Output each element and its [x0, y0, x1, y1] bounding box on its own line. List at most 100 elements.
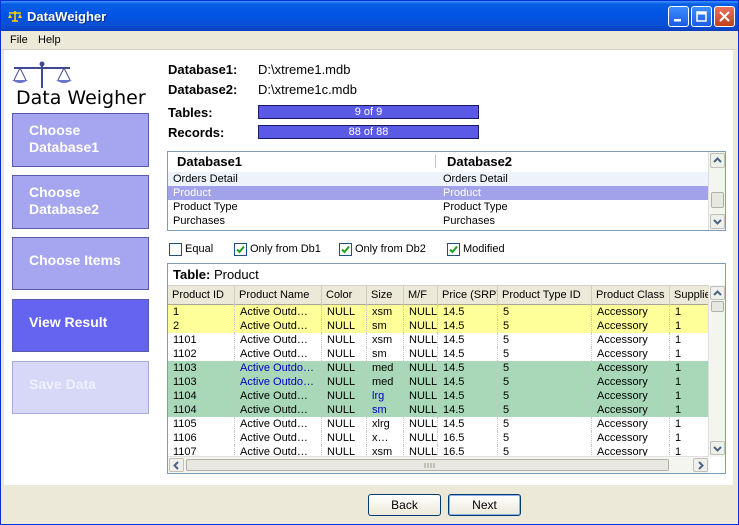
- table-cell: 5: [498, 305, 592, 319]
- table-cell: NULL: [322, 305, 367, 319]
- minimize-button[interactable]: [668, 6, 689, 27]
- table-cell: NULL: [322, 417, 367, 431]
- list-item[interactable]: Product Type Product Type: [168, 200, 709, 214]
- database2-column-header: Database2: [447, 154, 513, 169]
- scroll-thumb[interactable]: [711, 192, 724, 208]
- chevron-right-icon: [698, 461, 704, 470]
- table-cell: 1: [670, 431, 709, 445]
- database2-label: Database2:: [168, 82, 238, 97]
- table-cell: 14.5: [438, 361, 498, 375]
- checkmark-icon: [236, 245, 245, 254]
- database1-path: D:\xtreme1.mdb: [258, 62, 351, 77]
- chevron-up-icon: [713, 157, 722, 163]
- table-cell: 5: [498, 375, 592, 389]
- column-header[interactable]: Color: [322, 286, 367, 306]
- close-button[interactable]: [714, 6, 735, 27]
- table-cell: Accessory: [592, 403, 670, 417]
- table-cell: 14.5: [438, 305, 498, 319]
- table-cell: 14.5: [438, 319, 498, 333]
- table-row[interactable]: 1104 Active Outd… NULL sm NULL 14.5 5 Accessory…: [168, 403, 709, 417]
- table-cell: 1105: [168, 417, 235, 431]
- back-button[interactable]: Back: [368, 494, 441, 516]
- column-header[interactable]: Price (SRP): [438, 286, 498, 306]
- next-button[interactable]: Next: [448, 494, 521, 516]
- choose-items-button[interactable]: Choose Items: [12, 237, 149, 290]
- table-cell: Accessory: [592, 347, 670, 361]
- checkbox-label: Equal: [185, 243, 214, 255]
- table-row[interactable]: 1102 Active Outd… NULL sm NULL 14.5 5 Accessory…: [168, 347, 709, 361]
- table-cell: Active Outdo…: [235, 375, 322, 389]
- table-row[interactable]: 1103 Active Outdo… NULL med NULL 14.5 5 Accesso…: [168, 361, 709, 375]
- minimize-icon: [674, 19, 681, 22]
- table-cell: NULL: [404, 347, 438, 361]
- list-item-db2: Orders Detail: [443, 173, 508, 185]
- scroll-right-button[interactable]: [693, 458, 708, 472]
- scroll-up-button[interactable]: [710, 153, 725, 168]
- checkmark-icon: [449, 245, 458, 254]
- grid-horizontal-scrollbar[interactable]: [168, 456, 709, 473]
- scroll-left-button[interactable]: [169, 458, 184, 472]
- chevron-left-icon: [173, 461, 179, 470]
- table-row[interactable]: 1105 Active Outd… NULL xlrg NULL 14.5 5 Accesso…: [168, 417, 709, 431]
- table-row[interactable]: 1106 Active Outd… NULL x… NULL 16.5 5 Accessory…: [168, 431, 709, 445]
- choose-database1-button[interactable]: Choose Database1: [12, 113, 149, 167]
- scroll-thumb[interactable]: [186, 459, 669, 471]
- table-cell: 5: [498, 403, 592, 417]
- table-cell: sm: [367, 319, 404, 333]
- list-item-selected[interactable]: Product Product: [168, 186, 709, 200]
- table-row[interactable]: 1103 Active Outdo… NULL med NULL 14.5 5 Accesso…: [168, 375, 709, 389]
- table-row[interactable]: 1 Active Outd… NULL xsm NULL 14.5 5 Accessory 1: [168, 305, 709, 319]
- data-grid[interactable]: 1 Active Outd… NULL xsm NULL 14.5 5 Accessory 1 2…: [168, 305, 709, 457]
- table-cell: 1106: [168, 431, 235, 445]
- column-header[interactable]: Product ID: [168, 286, 235, 306]
- column-header[interactable]: Product Name: [235, 286, 322, 306]
- table-list[interactable]: Database1 Database2 Orders Detail Orders…: [167, 151, 726, 231]
- table-cell: 5: [498, 417, 592, 431]
- column-header[interactable]: Product Class: [592, 286, 670, 306]
- list-item-db2: Purchases: [443, 215, 495, 227]
- choose-database2-button[interactable]: Choose Database2: [12, 175, 149, 229]
- table-cell: NULL: [322, 361, 367, 375]
- menu-help[interactable]: Help: [38, 34, 61, 46]
- table-cell: 2: [168, 319, 235, 333]
- table-row[interactable]: 1101 Active Outd… NULL xsm NULL 14.5 5 Accessor…: [168, 333, 709, 347]
- table-list-scrollbar[interactable]: [708, 152, 725, 230]
- table-cell: 1104: [168, 403, 235, 417]
- maximize-button[interactable]: [691, 6, 712, 27]
- scroll-down-button[interactable]: [710, 214, 725, 229]
- scroll-thumb[interactable]: [711, 301, 724, 312]
- table-cell: 1103: [168, 361, 235, 375]
- table-cell: 1: [670, 375, 709, 389]
- table-row[interactable]: 2 Active Outd… NULL sm NULL 14.5 5 Accessory 1: [168, 319, 709, 333]
- scroll-up-button[interactable]: [710, 286, 725, 300]
- column-header[interactable]: M/F: [404, 286, 438, 306]
- view-result-button[interactable]: View Result: [12, 299, 149, 352]
- title-bar[interactable]: DataWeigher: [1, 1, 738, 31]
- table-cell: Accessory: [592, 431, 670, 445]
- table-cell: xsm: [367, 305, 404, 319]
- table-cell: Accessory: [592, 375, 670, 389]
- table-list-header: Database1 Database2: [168, 152, 709, 171]
- table-cell: Active Outd…: [235, 319, 322, 333]
- table-cell: 1104: [168, 389, 235, 403]
- table-cell: 1103: [168, 375, 235, 389]
- scroll-down-button[interactable]: [710, 441, 725, 455]
- table-cell: 1: [670, 347, 709, 361]
- table-cell: Active Outd…: [235, 431, 322, 445]
- menu-file[interactable]: File: [10, 34, 28, 46]
- table-cell: NULL: [322, 319, 367, 333]
- table-title-label: Table:: [173, 267, 211, 282]
- column-header[interactable]: Size: [367, 286, 404, 306]
- table-cell: NULL: [404, 333, 438, 347]
- list-item[interactable]: Orders Detail Orders Detail: [168, 172, 709, 186]
- list-item[interactable]: Purchases Purchases: [168, 214, 709, 228]
- table-cell: lrg: [367, 389, 404, 403]
- column-header[interactable]: Product Type ID: [498, 286, 592, 306]
- table-cell: sm: [367, 347, 404, 361]
- table-row[interactable]: 1104 Active Outd… NULL lrg NULL 14.5 5 Accessor…: [168, 389, 709, 403]
- table-cell: 1: [670, 403, 709, 417]
- table-cell: Accessory: [592, 305, 670, 319]
- list-item-db1: Orders Detail: [173, 173, 238, 185]
- grid-vertical-scrollbar[interactable]: [708, 285, 725, 457]
- table-cell: Accessory: [592, 319, 670, 333]
